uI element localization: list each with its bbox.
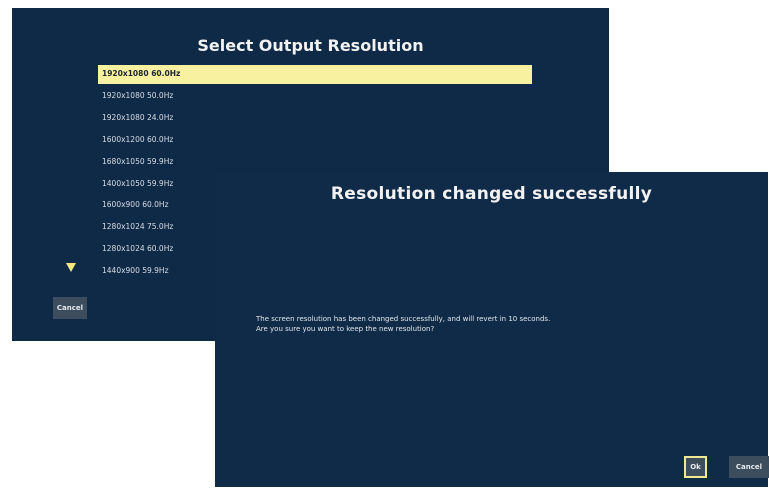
resolution-option[interactable]: 1920x1080 24.0Hz [98,109,532,131]
message-line: The screen resolution has been changed s… [256,315,551,323]
cancel-button[interactable]: Cancel [729,456,769,478]
resolution-option-selected[interactable]: 1920x1080 60.0Hz [98,65,532,84]
cancel-button[interactable]: Cancel [53,297,87,319]
ok-button[interactable]: Ok [684,456,707,478]
dialog-title: Select Output Resolution [197,36,424,55]
resolution-changed-dialog: Resolution changed successfully The scre… [215,172,769,487]
scroll-down-arrow-icon[interactable] [66,263,76,272]
confirmation-message: The screen resolution has been changed s… [256,314,746,334]
resolution-option[interactable]: 1920x1080 50.0Hz [98,87,532,109]
resolution-option[interactable]: 1600x1200 60.0Hz [98,131,532,153]
dialog-title: Resolution changed successfully [330,184,653,204]
message-line: Are you sure you want to keep the new re… [256,325,435,333]
